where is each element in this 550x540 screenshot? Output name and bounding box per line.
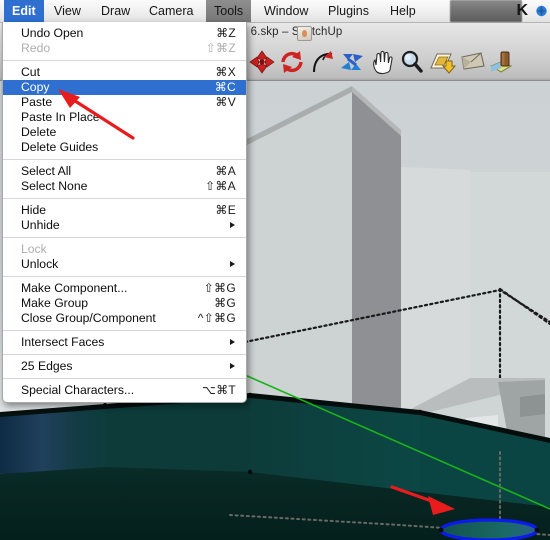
menu-item-cut[interactable]: Cut ⌘X [3, 65, 246, 80]
submenu-arrow-icon [230, 363, 235, 369]
sketchup-document-icon [297, 26, 312, 41]
menu-item-unlock[interactable]: Unlock [3, 257, 246, 272]
rotate-tool-button[interactable] [277, 48, 307, 76]
menu-separator [3, 378, 246, 379]
menu-item-label: Copy [21, 80, 50, 94]
edit-dropdown-menu[interactable]: Undo Open ⌘Z Redo ⇧⌘Z Cut ⌘X Copy ⌘C Pas… [2, 22, 247, 403]
menu-item-select-all[interactable]: Select All ⌘A [3, 164, 246, 179]
paint-bucket-icon [489, 51, 513, 73]
scale-tool-button[interactable] [337, 48, 367, 76]
menu-separator [3, 198, 246, 199]
menu-separator [3, 330, 246, 331]
magnifier-icon [401, 50, 423, 73]
menu-item-delete-guides[interactable]: Delete Guides [3, 140, 246, 155]
menu-item-label: Select None [21, 179, 88, 193]
menu-item-label: Cut [21, 65, 40, 79]
menu-item-label: Close Group/Component [21, 311, 156, 325]
menu-item-label: Paste In Place [21, 110, 100, 124]
menu-item-label: Delete [21, 125, 57, 139]
sketchup-application-window: Untitled 6.skp – SketchUp Edit View Draw… [0, 0, 550, 540]
menu-item-undo-open[interactable]: Undo Open ⌘Z [3, 26, 246, 41]
submenu-arrow-icon [230, 261, 235, 267]
zoom-tool-button[interactable] [397, 48, 427, 76]
zoom-extents-tool-button[interactable] [427, 48, 457, 76]
menu-item-shortcut: ⌘G [214, 296, 236, 310]
menu-item-label: Intersect Faces [21, 335, 105, 349]
menu-item-shortcut: ⌘E [215, 203, 236, 217]
menu-item-special-characters[interactable]: Special Characters... ⌥⌘T [3, 383, 246, 398]
menu-item-delete[interactable]: Delete [3, 125, 246, 140]
menubar-item-window[interactable]: Window [256, 0, 316, 22]
menubar-item-plugins[interactable]: Plugins [320, 0, 377, 22]
menu-item-label: Delete Guides [21, 140, 99, 154]
menu-separator [3, 159, 246, 160]
menu-item-make-group[interactable]: Make Group ⌘G [3, 296, 246, 311]
menu-item-label: Undo Open [21, 26, 84, 40]
menu-item-label: Make Group [21, 296, 89, 310]
menu-item-paste-in-place[interactable]: Paste In Place [3, 110, 246, 125]
blue-scale-arrows-icon [341, 54, 363, 70]
camera-cone-icon [461, 52, 485, 70]
menu-item-unhide[interactable]: Unhide [3, 218, 246, 233]
menu-separator [3, 60, 246, 61]
paint-bucket-tool-button[interactable] [487, 48, 517, 76]
menu-item-label: Redo [21, 41, 51, 55]
menu-item-redo: Redo ⇧⌘Z [3, 41, 246, 56]
menu-item-make-component[interactable]: Make Component... ⇧⌘G [3, 281, 246, 296]
menu-item-close-group-component[interactable]: Close Group/Component ^⇧⌘G [3, 311, 246, 326]
menubar-item-edit[interactable]: Edit [4, 0, 44, 22]
menu-item-edges-count[interactable]: 25 Edges [3, 359, 246, 374]
menubar-overlay-shape [450, 0, 522, 22]
menu-item-label: Lock [21, 242, 47, 256]
menu-bar: Edit View Draw Camera Tools Window Plugi… [0, 0, 550, 23]
menu-item-shortcut: ⌘V [215, 95, 236, 109]
menu-item-lock: Lock [3, 242, 246, 257]
menu-item-paste[interactable]: Paste ⌘V [3, 95, 246, 110]
position-camera-tool-button[interactable] [457, 48, 487, 76]
menubar-status-letter[interactable]: K [516, 0, 528, 22]
menu-item-label: Select All [21, 164, 72, 178]
pan-tool-button[interactable] [367, 48, 397, 76]
red-four-arrow-move-icon [249, 50, 275, 74]
submenu-arrow-icon [230, 222, 235, 228]
menubar-item-camera[interactable]: Camera [141, 0, 201, 22]
menubar-item-draw[interactable]: Draw [93, 0, 138, 22]
menubar-item-help[interactable]: Help [382, 0, 424, 22]
menu-item-label: Unlock [21, 257, 59, 271]
blue-status-icon[interactable] [535, 4, 548, 18]
menu-item-shortcut: ⌘X [215, 65, 236, 79]
menu-item-shortcut: ⌥⌘T [201, 383, 236, 397]
menu-item-shortcut: ⌘Z [216, 26, 236, 40]
white-hand-icon [373, 50, 393, 75]
menu-item-shortcut: ⇧⌘Z [205, 41, 236, 55]
menu-item-shortcut: ⌘A [215, 164, 236, 178]
menu-item-label: Paste [21, 95, 53, 109]
menu-separator [3, 276, 246, 277]
menu-item-shortcut: ⇧⌘A [205, 179, 236, 193]
zoom-extents-icon [430, 53, 457, 74]
menu-item-label: Special Characters... [21, 383, 135, 397]
menubar-item-tools[interactable]: Tools [206, 0, 252, 22]
menu-separator [3, 354, 246, 355]
menu-item-hide[interactable]: Hide ⌘E [3, 203, 246, 218]
submenu-arrow-icon [230, 339, 235, 345]
menu-item-label: Unhide [21, 218, 60, 232]
menu-item-select-none[interactable]: Select None ⇧⌘A [3, 179, 246, 194]
menu-separator [3, 237, 246, 238]
menu-item-shortcut: ^⇧⌘G [197, 311, 236, 325]
menu-item-label: Make Component... [21, 281, 128, 295]
menu-item-shortcut: ⇧⌘G [203, 281, 236, 295]
menu-item-shortcut: ⌘C [214, 80, 236, 94]
follow-me-tool-button[interactable] [307, 48, 337, 76]
menu-item-label: 25 Edges [21, 359, 73, 373]
red-circular-arrows-icon [281, 51, 303, 73]
menu-item-label: Hide [21, 203, 47, 217]
menubar-item-view[interactable]: View [46, 0, 89, 22]
menu-item-copy[interactable]: Copy ⌘C [3, 80, 246, 95]
move-tool-button[interactable] [247, 48, 277, 76]
menu-item-intersect-faces[interactable]: Intersect Faces [3, 335, 246, 350]
red-curved-arrow-icon [313, 51, 333, 73]
